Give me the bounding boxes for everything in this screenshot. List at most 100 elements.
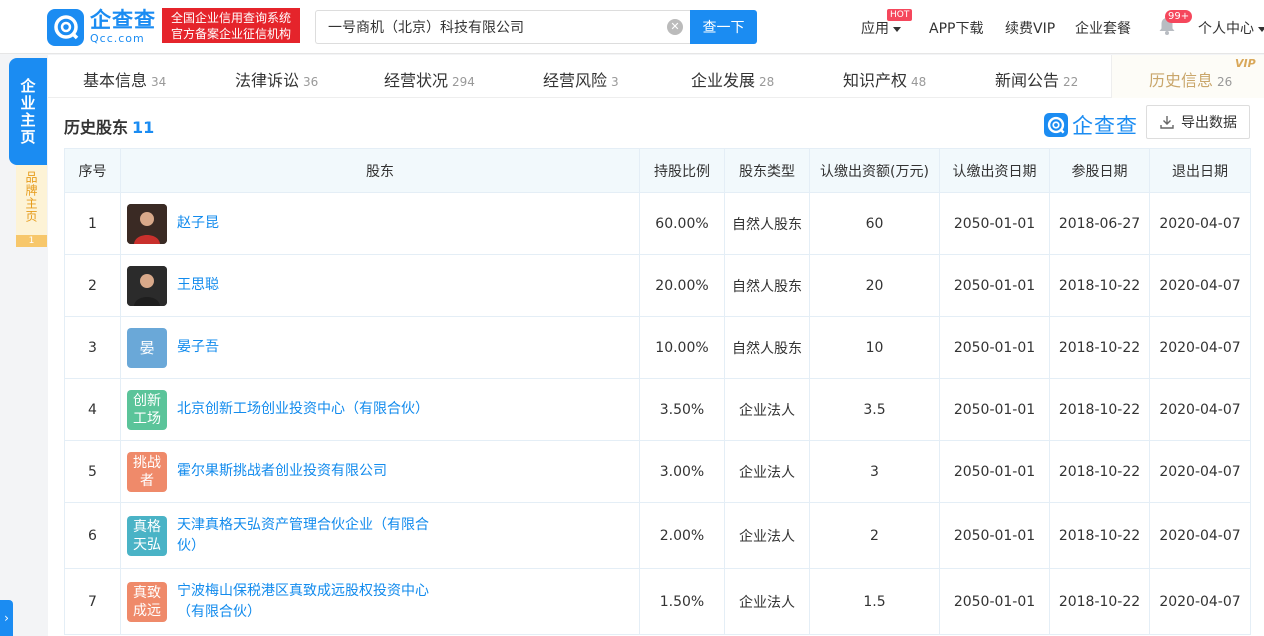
tab-count: 3 bbox=[611, 75, 619, 89]
tab-count: 34 bbox=[151, 75, 167, 89]
tab-label: 新闻公告 bbox=[995, 71, 1060, 90]
shareholder-type: 自然人股东 bbox=[724, 316, 810, 379]
side-enterprise-home[interactable]: 企业主页 bbox=[9, 58, 47, 165]
qcc-logo-icon bbox=[47, 8, 84, 46]
subscribed-date: 2050-01-01 bbox=[939, 502, 1050, 569]
qcc-logo[interactable]: 企查查 Qcc.com bbox=[47, 8, 157, 46]
subscribed-date: 2050-01-01 bbox=[939, 440, 1050, 503]
hot-badge: HOT bbox=[887, 9, 913, 21]
table-row: 5 挑战者 霍尔果斯挑战者创业投资有限公司 3.00% 企业法人 3 2050-01-01 2… bbox=[64, 440, 1251, 503]
shareholder-link[interactable]: 天津真格天弘资产管理合伙企业（有限合伙） bbox=[177, 515, 447, 557]
table-row: 2 王思聪 20.00% 自然人股东 20 2050-01-01 2018-10-22 202… bbox=[64, 254, 1251, 317]
shareholder-cell: 王思聪 bbox=[120, 254, 640, 317]
table-row: 1 赵子昆 60.00% 自然人股东 60 2050-01-01 2018-06-27 202… bbox=[64, 192, 1251, 255]
main-panel: 基本信息 34 法律诉讼 36 经营状况 294 经营风险 3 企业发展 28 知识产权 4… bbox=[48, 55, 1264, 636]
subscribed-amount: 60 bbox=[809, 192, 940, 255]
subscribed-date: 2050-01-01 bbox=[939, 316, 1050, 379]
shareholder-link[interactable]: 晏子吾 bbox=[177, 337, 447, 358]
tab-count: 28 bbox=[759, 75, 775, 89]
qcc-mark-text: 企查查 bbox=[1072, 114, 1138, 138]
exit-date: 2020-04-07 bbox=[1149, 502, 1251, 569]
header-ratio: 持股比例 bbox=[639, 148, 725, 193]
nav-app-download[interactable]: APP下载 bbox=[929, 18, 983, 38]
chevron-right-icon: › bbox=[4, 611, 9, 625]
section-count: 11 bbox=[132, 118, 155, 137]
row-no: 5 bbox=[64, 440, 121, 503]
join-date: 2018-06-27 bbox=[1049, 192, 1150, 255]
shareholder-link[interactable]: 霍尔果斯挑战者创业投资有限公司 bbox=[177, 461, 447, 482]
shareholder-cell: 创新工场 北京创新工场创业投资中心（有限合伙） bbox=[120, 378, 640, 441]
nav-user-center-label: 个人中心 bbox=[1198, 21, 1254, 37]
tab-count: 22 bbox=[1063, 75, 1079, 89]
qcc-watermark: 企查查 bbox=[1044, 110, 1138, 140]
shareholder-type: 企业法人 bbox=[724, 502, 810, 569]
header-sub-date: 认缴出资日期 bbox=[939, 148, 1050, 193]
nav-apps[interactable]: 应用 bbox=[861, 18, 901, 38]
shareholder-type: 自然人股东 bbox=[724, 254, 810, 317]
search-button[interactable]: 查一下 bbox=[690, 10, 757, 44]
shareholder-type: 企业法人 bbox=[724, 378, 810, 441]
shareholder-avatar: 真致成远 bbox=[127, 581, 167, 622]
section-title: 历史股东 11 bbox=[64, 114, 154, 138]
share-ratio: 3.00% bbox=[639, 440, 725, 503]
tab-basic-info[interactable]: 基本信息 34 bbox=[83, 67, 166, 91]
shareholder-link[interactable]: 王思聪 bbox=[177, 275, 447, 296]
tab-ip[interactable]: 知识产权 48 bbox=[843, 67, 926, 91]
subscribed-amount: 2 bbox=[809, 502, 940, 569]
shareholder-link[interactable]: 北京创新工场创业投资中心（有限合伙） bbox=[177, 399, 447, 420]
join-date: 2018-10-22 bbox=[1049, 254, 1150, 317]
vip-tag: VIP bbox=[1235, 57, 1256, 70]
exit-date: 2020-04-07 bbox=[1149, 192, 1251, 255]
header-no: 序号 bbox=[64, 148, 121, 193]
tab-label: 基本信息 bbox=[83, 71, 148, 90]
shareholder-link[interactable]: 宁波梅山保税港区真致成远股权投资中心（有限合伙） bbox=[177, 581, 447, 623]
download-icon bbox=[1160, 116, 1174, 129]
search-input[interactable] bbox=[316, 11, 656, 43]
message-count-badge: 99+ bbox=[1165, 10, 1193, 23]
share-ratio: 2.00% bbox=[639, 502, 725, 569]
tab-operations[interactable]: 经营状况 294 bbox=[384, 67, 475, 91]
header-exit-date: 退出日期 bbox=[1149, 148, 1251, 193]
nav-renew-vip[interactable]: 续费VIP bbox=[1005, 18, 1055, 38]
shareholder-avatar bbox=[127, 265, 167, 306]
row-no: 2 bbox=[64, 254, 121, 317]
row-no: 3 bbox=[64, 316, 121, 379]
row-no: 6 bbox=[64, 502, 121, 569]
clear-search-icon[interactable]: ✕ bbox=[667, 19, 683, 35]
row-no: 1 bbox=[64, 192, 121, 255]
tab-label: 历史信息 bbox=[1149, 71, 1214, 90]
search-box: ✕ bbox=[315, 10, 691, 44]
tab-label: 经营状况 bbox=[384, 71, 449, 90]
shareholder-avatar: 晏 bbox=[127, 327, 167, 368]
header-amount: 认缴出资额(万元) bbox=[809, 148, 940, 193]
qcc-logo-icon bbox=[1044, 113, 1068, 137]
tab-history[interactable]: 历史信息 26 VIP bbox=[1111, 55, 1264, 98]
export-data-button[interactable]: 导出数据 bbox=[1146, 105, 1250, 139]
table-row: 7 真致成远 宁波梅山保税港区真致成远股权投资中心（有限合伙） 1.50% 企业法人 1.… bbox=[64, 568, 1251, 635]
tab-news[interactable]: 新闻公告 22 bbox=[995, 67, 1078, 91]
shareholder-avatar: 挑战者 bbox=[127, 451, 167, 492]
subscribed-amount: 10 bbox=[809, 316, 940, 379]
logo-text-cn: 企查查 bbox=[90, 8, 156, 32]
shareholder-type: 自然人股东 bbox=[724, 192, 810, 255]
share-ratio: 10.00% bbox=[639, 316, 725, 379]
shareholder-avatar: 真格天弘 bbox=[127, 515, 167, 556]
shareholder-link[interactable]: 赵子昆 bbox=[177, 213, 447, 234]
share-ratio: 1.50% bbox=[639, 568, 725, 635]
tab-litigation[interactable]: 法律诉讼 36 bbox=[235, 67, 318, 91]
expand-sidebar-button[interactable]: › bbox=[0, 600, 13, 636]
row-no: 7 bbox=[64, 568, 121, 635]
nav-enterprise-package[interactable]: 企业套餐 bbox=[1075, 18, 1131, 38]
shareholder-cell: 真致成远 宁波梅山保税港区真致成远股权投资中心（有限合伙） bbox=[120, 568, 640, 635]
tab-development[interactable]: 企业发展 28 bbox=[691, 67, 774, 91]
tab-risk[interactable]: 经营风险 3 bbox=[543, 67, 619, 91]
share-ratio: 60.00% bbox=[639, 192, 725, 255]
shareholder-type: 企业法人 bbox=[724, 568, 810, 635]
subscribed-amount: 1.5 bbox=[809, 568, 940, 635]
tab-count: 48 bbox=[911, 75, 927, 89]
nav-user-center[interactable]: 个人中心 bbox=[1198, 18, 1264, 38]
shareholder-avatar bbox=[127, 203, 167, 244]
join-date: 2018-10-22 bbox=[1049, 316, 1150, 379]
subscribed-date: 2050-01-01 bbox=[939, 378, 1050, 441]
official-badge: 全国企业信用查询系统 官方备案企业征信机构 bbox=[162, 8, 300, 43]
